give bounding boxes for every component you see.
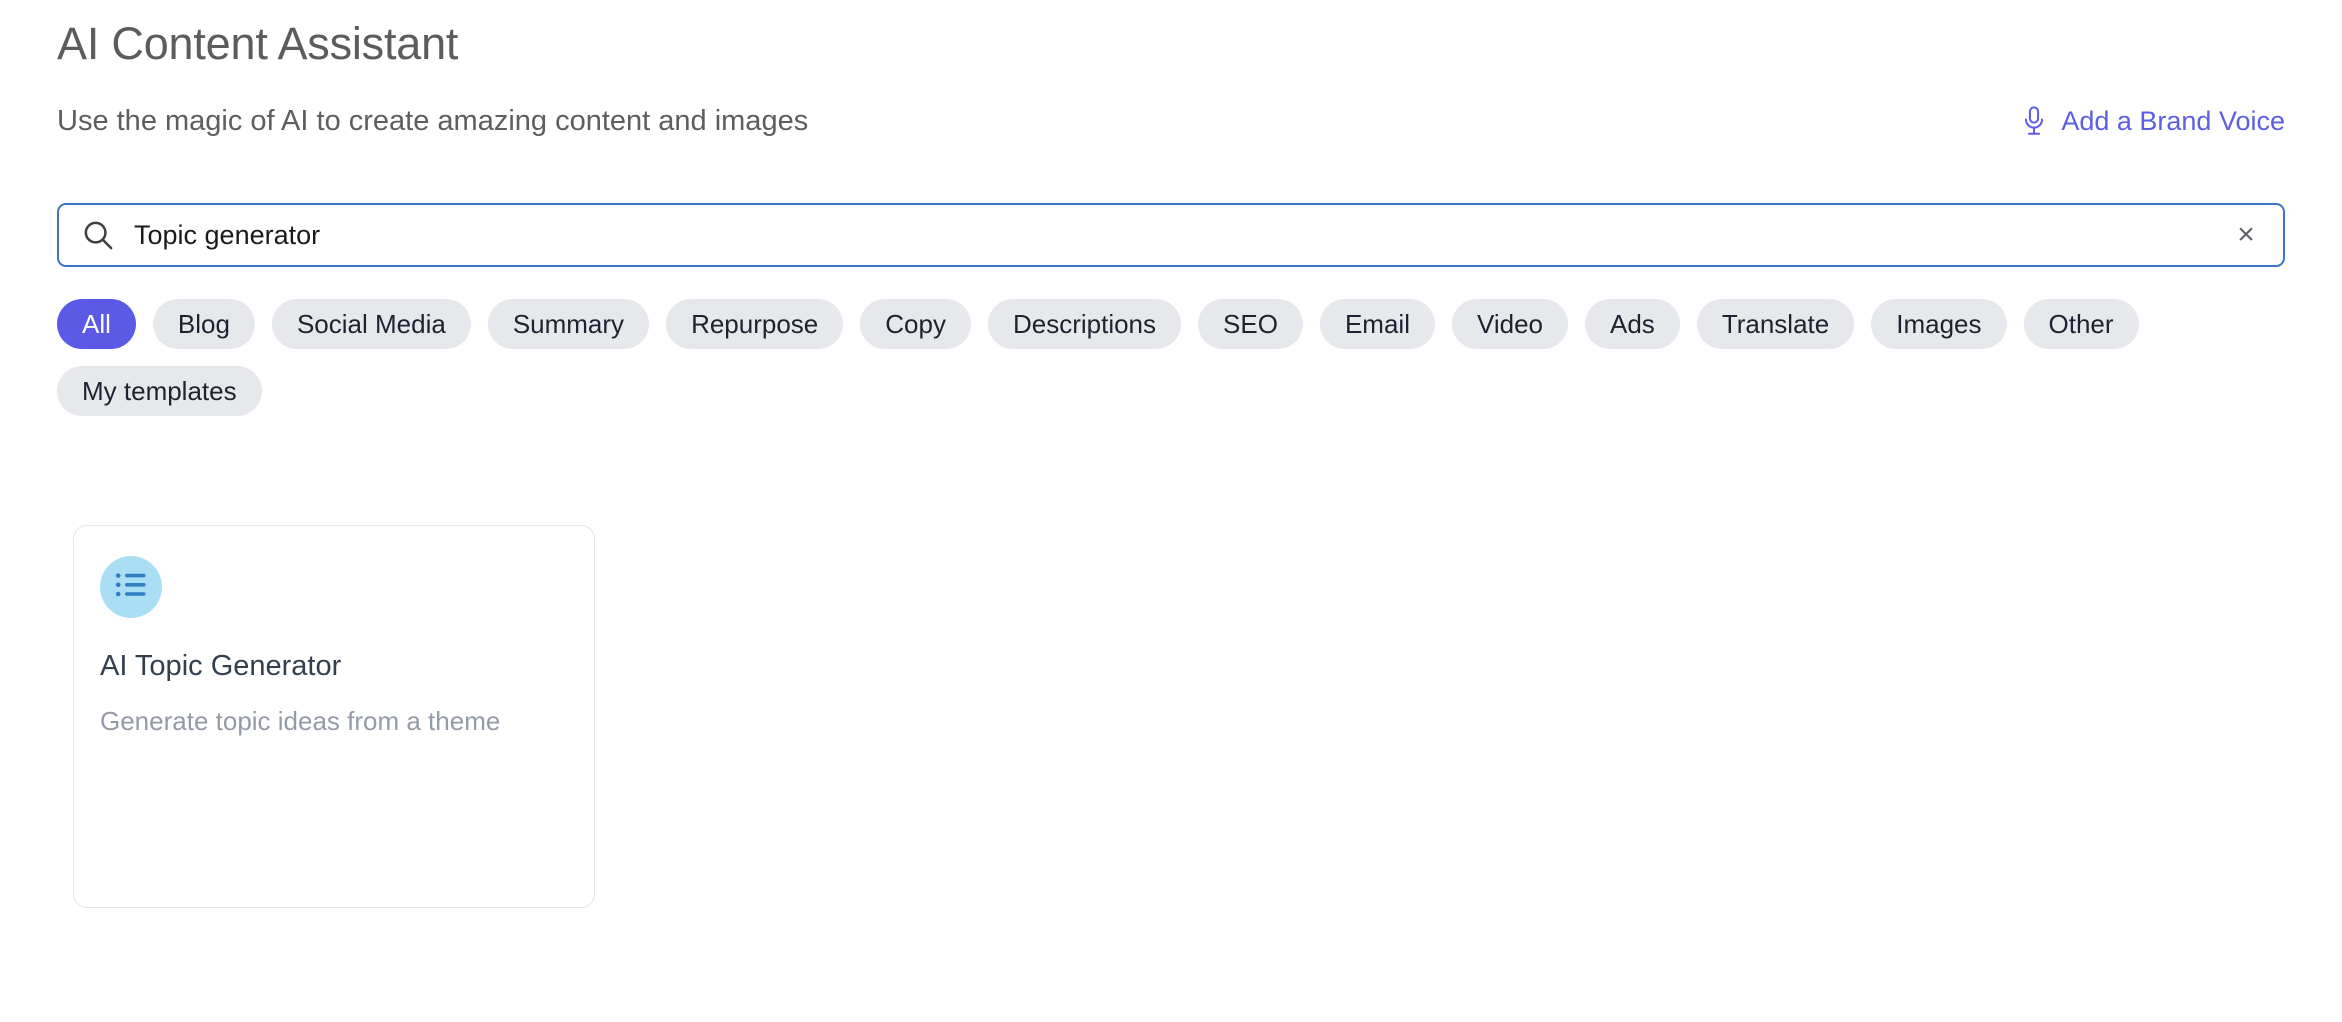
template-card-grid: AI Topic Generator Generate topic ideas …	[73, 525, 2285, 908]
filter-chip-email[interactable]: Email	[1319, 299, 1435, 349]
search-box[interactable]: ×	[57, 203, 2285, 267]
filter-chip-all[interactable]: All	[57, 299, 136, 349]
card-description: Generate topic ideas from a theme	[100, 706, 501, 736]
ai-content-assistant-page: AI Content Assistant Use the magic of AI…	[0, 0, 2342, 1022]
filter-chip-ads[interactable]: Ads	[1585, 299, 1680, 349]
filter-chip-video[interactable]: Video	[1451, 299, 1568, 349]
filter-chip-copy[interactable]: Copy	[860, 299, 971, 349]
filter-chip-images[interactable]: Images	[1871, 299, 2007, 349]
filter-chip-social-media[interactable]: Social Media	[271, 299, 471, 349]
filter-chip-my-templates[interactable]: My templates	[57, 366, 262, 416]
filter-chip-repurpose[interactable]: Repurpose	[666, 299, 844, 349]
filter-chip-list: All Blog Social Media Summary Repurpose …	[57, 299, 2287, 416]
microphone-icon	[2021, 106, 2047, 136]
page-title: AI Content Assistant	[57, 18, 459, 69]
list-icon	[115, 571, 147, 604]
card-icon-badge	[100, 556, 162, 618]
add-brand-voice-label: Add a Brand Voice	[2061, 106, 2285, 136]
filter-chip-other[interactable]: Other	[2023, 299, 2139, 349]
card-title: AI Topic Generator	[100, 650, 342, 682]
filter-chip-seo[interactable]: SEO	[1198, 299, 1303, 349]
page-subtitle: Use the magic of AI to create amazing co…	[57, 105, 809, 137]
filter-chip-summary[interactable]: Summary	[487, 299, 650, 349]
page-header: AI Content Assistant Use the magic of AI…	[57, 16, 2285, 156]
clear-search-button[interactable]: ×	[2229, 218, 2263, 252]
search-input[interactable]	[134, 218, 2229, 252]
add-brand-voice-link[interactable]: Add a Brand Voice	[2021, 104, 2285, 138]
filter-chip-blog[interactable]: Blog	[152, 299, 255, 349]
search-section: ×	[57, 203, 2285, 267]
filter-chip-descriptions[interactable]: Descriptions	[987, 299, 1182, 349]
filter-chip-translate[interactable]: Translate	[1696, 299, 1855, 349]
template-card-ai-topic-generator[interactable]: AI Topic Generator Generate topic ideas …	[73, 525, 595, 908]
search-icon	[83, 220, 114, 251]
